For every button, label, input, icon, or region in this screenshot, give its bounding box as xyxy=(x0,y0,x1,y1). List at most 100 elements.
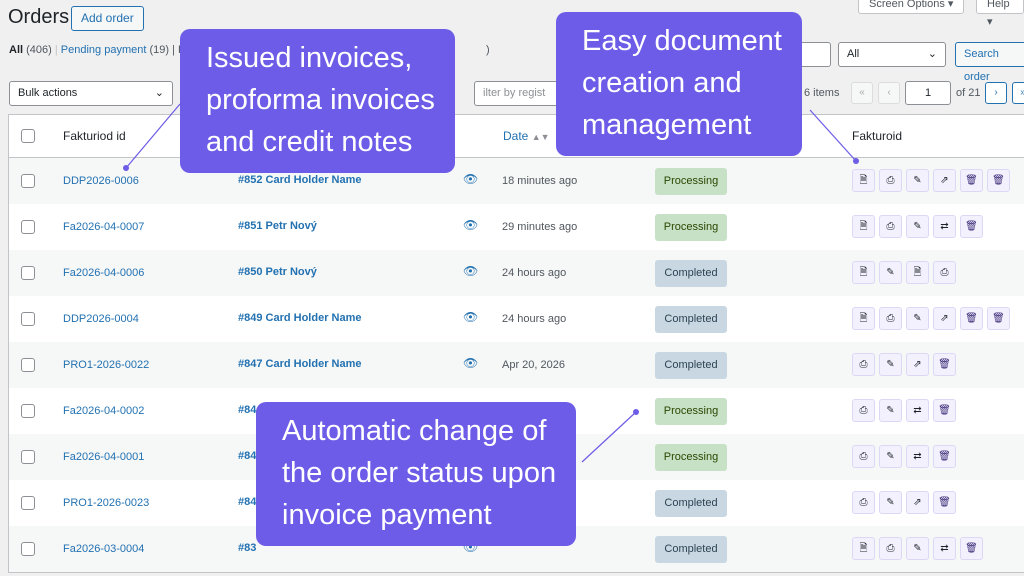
edit-icon[interactable]: ✎ xyxy=(906,169,929,192)
order-link[interactable]: #852 Card Holder Name xyxy=(238,174,362,186)
external-link-icon[interactable]: ⇗ xyxy=(933,307,956,330)
fakturoid-id-link[interactable]: DDP2026-0006 xyxy=(63,175,139,187)
first-page-button[interactable]: « xyxy=(851,82,873,104)
sync-icon[interactable]: ⇄ xyxy=(933,537,956,560)
pdf-icon[interactable]: ⎙ xyxy=(879,169,902,192)
sync-icon[interactable]: ⇄ xyxy=(906,445,929,468)
edit-icon[interactable]: ✎ xyxy=(906,537,929,560)
document-icon[interactable]: 🗎 xyxy=(852,169,875,192)
fakturoid-id-link[interactable]: PRO1-2026-0022 xyxy=(63,359,149,371)
trash-icon[interactable]: 🗑 xyxy=(987,307,1010,330)
select-all-checkbox[interactable] xyxy=(21,129,35,143)
edit-icon[interactable]: ✎ xyxy=(879,261,902,284)
row-checkbox[interactable] xyxy=(21,266,35,280)
document-icon[interactable]: 🗎 xyxy=(852,261,875,284)
trash-icon[interactable]: 🗑 xyxy=(960,169,983,192)
row-checkbox[interactable] xyxy=(21,496,35,510)
eye-icon[interactable]: 👁 xyxy=(463,218,478,232)
filter-all-count: (406) xyxy=(26,44,52,56)
document-icon[interactable]: 🗎 xyxy=(906,261,929,284)
sync-icon[interactable]: ⇄ xyxy=(906,399,929,422)
fakturoid-id-link[interactable]: Fa2026-04-0002 xyxy=(63,405,144,417)
pdf-icon[interactable]: ⎙ xyxy=(879,307,902,330)
eye-icon[interactable]: 👁 xyxy=(463,310,478,324)
table-row[interactable]: DDP2026-0004 #849 Card Holder Name 👁 24 hou… xyxy=(9,296,1024,342)
prev-page-button[interactable]: ‹ xyxy=(878,82,900,104)
order-link[interactable]: #83 xyxy=(238,542,256,554)
pdf-icon[interactable]: ⎙ xyxy=(879,537,902,560)
filter-pending-payment[interactable]: Pending payment xyxy=(61,44,147,56)
external-link-icon[interactable]: ⇗ xyxy=(906,353,929,376)
callout-line: management xyxy=(582,109,752,141)
trash-icon[interactable]: 🗑 xyxy=(987,169,1010,192)
pdf-icon[interactable]: ⎙ xyxy=(933,261,956,284)
trash-icon[interactable]: 🗑 xyxy=(960,537,983,560)
bulk-actions-select[interactable]: Bulk actions ⌄ xyxy=(9,81,173,106)
status-badge: Completed xyxy=(655,536,727,563)
help-button[interactable]: Help ▾ xyxy=(976,0,1024,28)
order-link[interactable]: #847 Card Holder Name xyxy=(238,358,362,370)
current-page-input[interactable]: 1 xyxy=(905,81,951,105)
trash-icon[interactable]: 🗑 xyxy=(933,491,956,514)
edit-icon[interactable]: ✎ xyxy=(879,491,902,514)
search-orders-button[interactable]: Search order xyxy=(955,42,1024,83)
fakturoid-id-link[interactable]: Fa2026-04-0007 xyxy=(63,221,144,233)
trash-icon[interactable]: 🗑 xyxy=(960,307,983,330)
trash-icon[interactable]: 🗑 xyxy=(960,215,983,238)
pdf-icon[interactable]: ⎙ xyxy=(852,353,875,376)
trash-icon[interactable]: 🗑 xyxy=(933,353,956,376)
table-row[interactable]: DDP2026-0006 #852 Card Holder Name 👁 18 min… xyxy=(9,158,1024,204)
pdf-icon[interactable]: ⎙ xyxy=(852,399,875,422)
edit-icon[interactable]: ✎ xyxy=(906,215,929,238)
pdf-icon[interactable]: ⎙ xyxy=(852,491,875,514)
row-checkbox[interactable] xyxy=(21,358,35,372)
fakturoid-id-link[interactable]: Fa2026-03-0004 xyxy=(63,543,144,555)
order-link[interactable]: #84 xyxy=(238,450,256,462)
screen-options-button[interactable]: Screen Options ▾ xyxy=(858,0,965,14)
document-icon[interactable]: 🗎 xyxy=(852,215,875,238)
row-checkbox[interactable] xyxy=(21,404,35,418)
table-row[interactable]: PRO1-2026-0022 #847 Card Holder Name 👁 Apr … xyxy=(9,342,1024,388)
row-checkbox[interactable] xyxy=(21,450,35,464)
status-filters: All (406) | Pending payment (19) | P xyxy=(9,44,186,56)
row-checkbox[interactable] xyxy=(21,174,35,188)
row-checkbox[interactable] xyxy=(21,312,35,326)
row-checkbox[interactable] xyxy=(21,542,35,556)
status-badge: Processing xyxy=(655,214,727,241)
order-link[interactable]: #850 Petr Nový xyxy=(238,266,317,278)
fakturoid-id-link[interactable]: DDP2026-0004 xyxy=(63,313,139,325)
pdf-icon[interactable]: ⎙ xyxy=(852,445,875,468)
order-link[interactable]: #84 xyxy=(238,404,256,416)
date-filter-input[interactable] xyxy=(800,42,831,67)
document-icon[interactable]: 🗎 xyxy=(852,307,875,330)
eye-icon[interactable]: 👁 xyxy=(463,356,478,370)
document-icon[interactable]: 🗎 xyxy=(852,537,875,560)
table-row[interactable]: Fa2026-04-0007 #851 Petr Nový 👁 29 minutes … xyxy=(9,204,1024,250)
edit-icon[interactable]: ✎ xyxy=(906,307,929,330)
eye-icon[interactable]: 👁 xyxy=(463,172,478,186)
trash-icon[interactable]: 🗑 xyxy=(933,399,956,422)
edit-icon[interactable]: ✎ xyxy=(879,445,902,468)
fakturoid-id-link[interactable]: PRO1-2026-0023 xyxy=(63,497,149,509)
order-link[interactable]: #849 Card Holder Name xyxy=(238,312,362,324)
sync-icon[interactable]: ⇄ xyxy=(933,215,956,238)
filter-all[interactable]: All xyxy=(9,44,23,56)
status-select[interactable]: All ⌄ xyxy=(838,42,946,67)
last-page-button[interactable]: » xyxy=(1012,82,1024,104)
external-link-icon[interactable]: ⇗ xyxy=(933,169,956,192)
trash-icon[interactable]: 🗑 xyxy=(933,445,956,468)
order-link[interactable]: #851 Petr Nový xyxy=(238,220,317,232)
column-date[interactable]: Date ▲▼ xyxy=(503,129,550,143)
pdf-icon[interactable]: ⎙ xyxy=(879,215,902,238)
external-link-icon[interactable]: ⇗ xyxy=(906,491,929,514)
row-checkbox[interactable] xyxy=(21,220,35,234)
add-order-button[interactable]: Add order xyxy=(71,6,144,31)
fakturoid-id-link[interactable]: Fa2026-04-0001 xyxy=(63,451,144,463)
next-page-button[interactable]: › xyxy=(985,82,1007,104)
eye-icon[interactable]: 👁 xyxy=(463,264,478,278)
table-row[interactable]: Fa2026-04-0006 #850 Petr Nový 👁 24 hours ag… xyxy=(9,250,1024,296)
edit-icon[interactable]: ✎ xyxy=(879,399,902,422)
fakturoid-id-link[interactable]: Fa2026-04-0006 xyxy=(63,267,144,279)
edit-icon[interactable]: ✎ xyxy=(879,353,902,376)
order-link[interactable]: #84 xyxy=(238,496,256,508)
